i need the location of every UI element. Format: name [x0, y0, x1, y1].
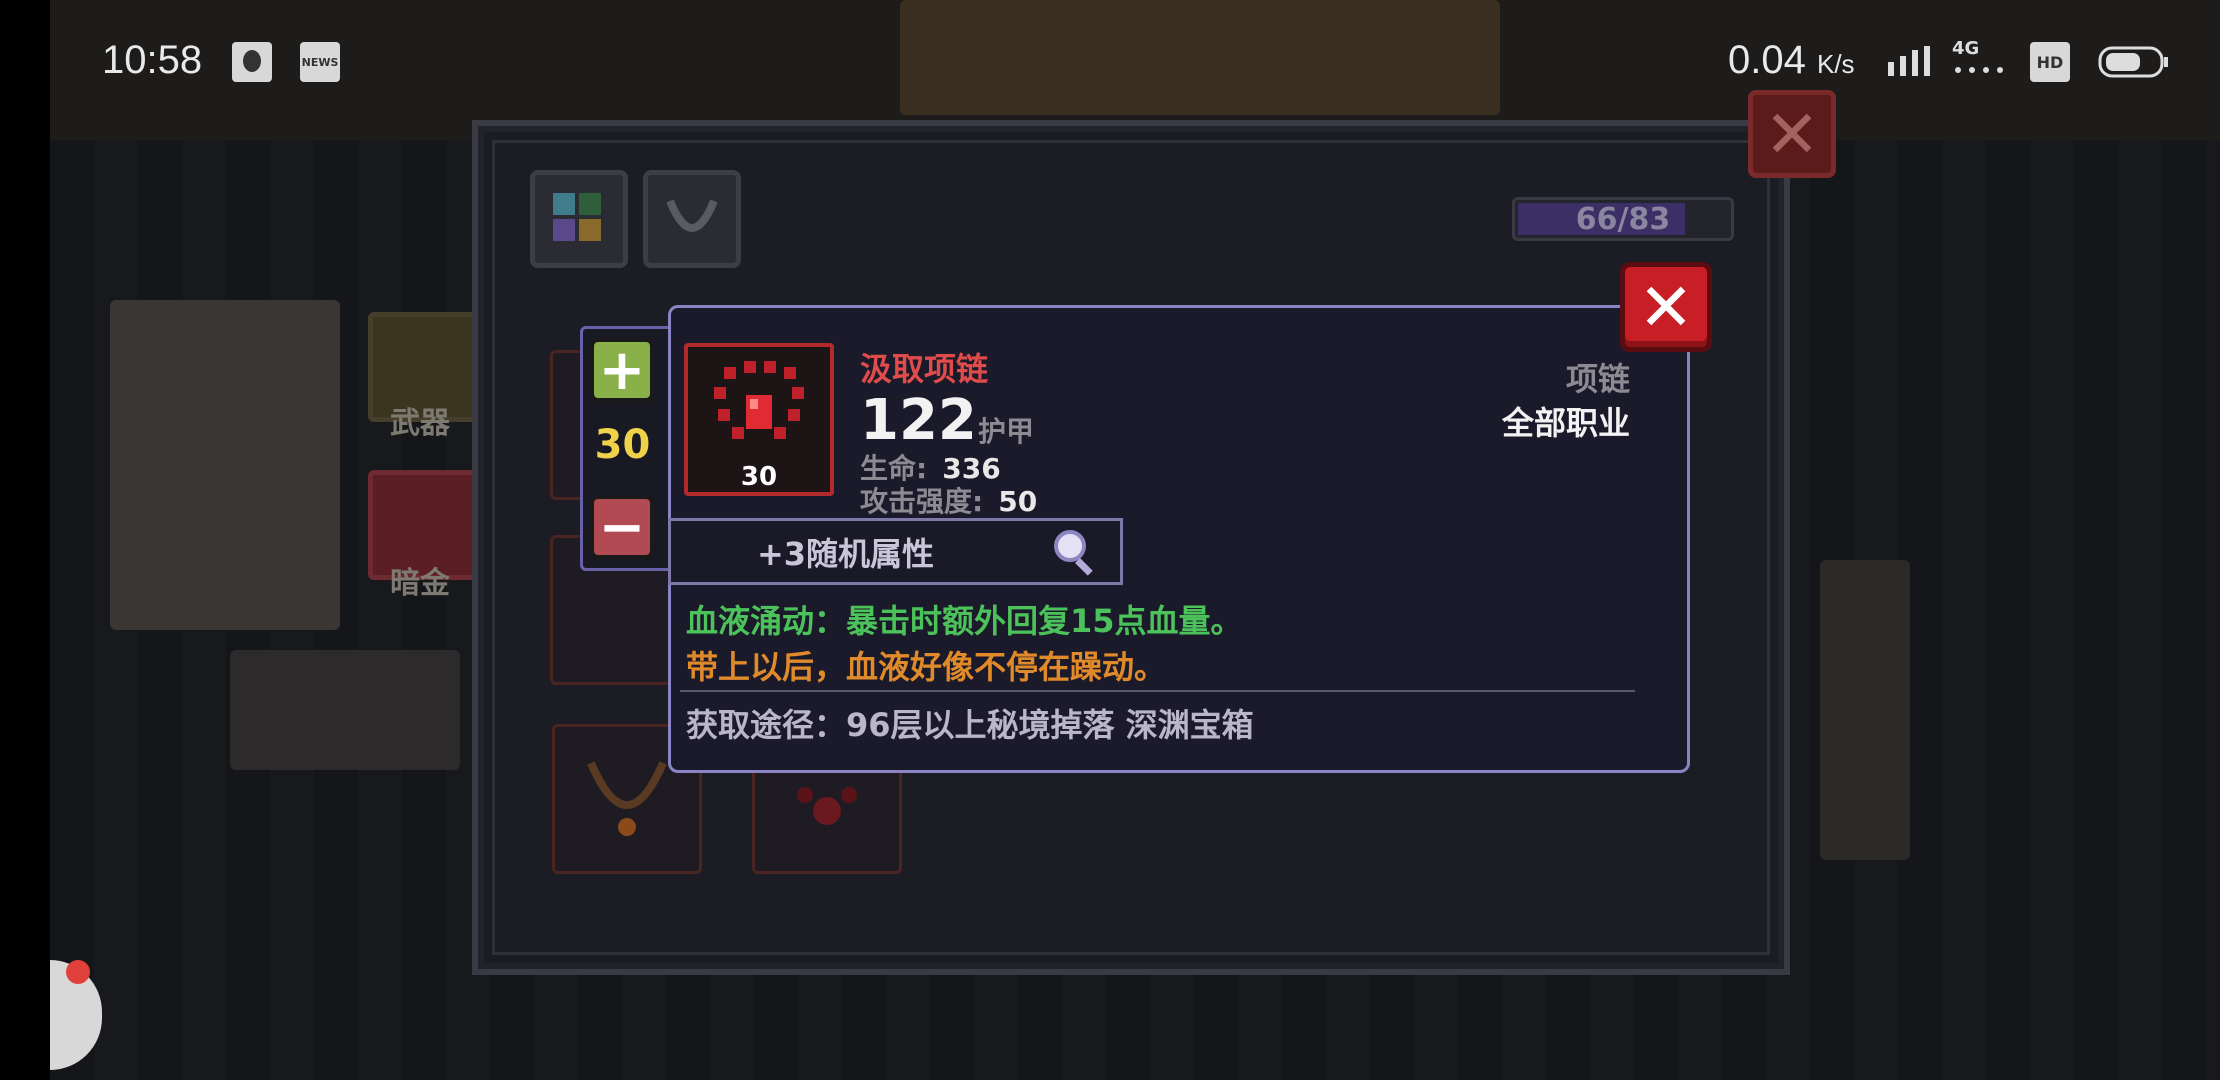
background-character: [110, 300, 340, 630]
item-name: 汲取项链: [860, 350, 989, 388]
panel-close-button[interactable]: ✕: [1748, 90, 1836, 178]
item-level-badge: 30: [740, 462, 778, 492]
magnifier-icon[interactable]: [1050, 526, 1102, 578]
plus-icon: +: [598, 337, 646, 403]
stat-value: 50: [998, 485, 1038, 518]
level-value: 30: [594, 422, 651, 468]
battery-icon: [2098, 44, 2170, 84]
blood-necklace-icon: [714, 361, 804, 439]
minus-icon: −: [598, 494, 646, 560]
armor-value: 122: [860, 388, 977, 453]
item-effect: 血液涌动：暴击时额外回复15点血量。: [686, 602, 1243, 640]
close-icon: ✕: [1638, 268, 1694, 346]
network-unit: K/s: [1816, 49, 1855, 79]
item-source: 获取途径：96层以上秘境掉落 深渊宝箱: [686, 706, 1254, 744]
weapon-sidebar-label: 武器: [390, 406, 450, 441]
status-time: 10:58: [102, 38, 203, 82]
capacity-text: 66/83: [1575, 201, 1671, 237]
level-minus-button[interactable]: −: [590, 494, 654, 560]
background-chest: [230, 650, 460, 770]
notification-dot: [66, 960, 90, 984]
tab-necklace[interactable]: [643, 170, 741, 268]
armor-label: 护甲: [978, 415, 1035, 448]
signal-icon: [1886, 44, 1936, 82]
item-flavor-text: 带上以后，血液好像不停在躁动。: [686, 648, 1167, 686]
background-shop-stall: [900, 0, 1500, 115]
grid-tab-icon: [553, 193, 601, 241]
level-plus-button[interactable]: +: [590, 337, 654, 403]
divider: [680, 690, 1635, 692]
dual-sim-signal-icon: [1955, 67, 2003, 73]
news-icon: NEWS: [300, 42, 340, 82]
stat-row-attack: 攻击强度: 50: [860, 480, 1037, 520]
network-type: 4G: [1952, 38, 2016, 77]
background-statue: [1820, 560, 1910, 860]
random-attributes-label: +3随机属性: [756, 534, 935, 573]
tab-all-items[interactable]: [530, 170, 628, 268]
stat-label: 攻击强度:: [860, 485, 984, 518]
item-class: 全部职业: [1501, 404, 1630, 442]
card-close-button[interactable]: ✕: [1620, 262, 1712, 352]
hd-icon: HD: [2030, 42, 2070, 82]
dark-gold-sidebar-label: 暗金: [390, 566, 450, 601]
necklace-tab-icon: [666, 199, 718, 232]
network-speed: 0.04 K/s: [1728, 38, 1855, 82]
item-type: 项链: [1565, 360, 1630, 398]
qq-icon: [232, 42, 272, 82]
close-icon: ✕: [1764, 95, 1820, 173]
